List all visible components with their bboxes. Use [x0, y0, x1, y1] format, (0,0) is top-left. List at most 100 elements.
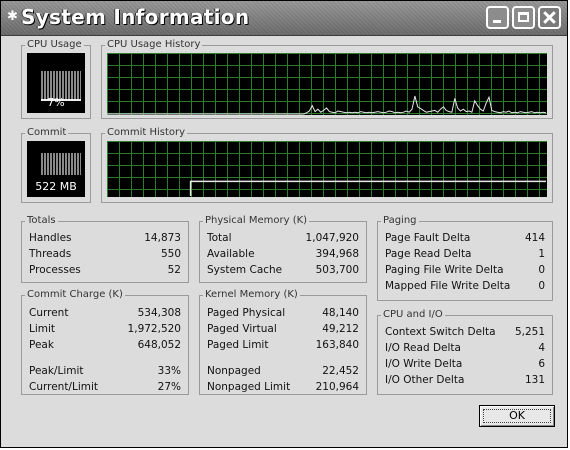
stat-label: Limit: [29, 323, 56, 335]
stat-value: 48,140: [322, 307, 359, 319]
table-row: Paging File Write Delta 0: [385, 262, 545, 278]
cpu-usage-value: 7%: [47, 96, 65, 109]
stat-label: Threads: [29, 248, 72, 260]
table-row: Nonpaged Limit 210,964: [207, 379, 359, 395]
kernel-memory-title: Kernel Memory (K): [203, 289, 300, 301]
stat-label: I/O Write Delta: [385, 358, 463, 370]
table-row: Paged Virtual 49,212: [207, 321, 359, 337]
stat-value: 648,052: [137, 339, 181, 351]
stat-value: 163,840: [315, 339, 359, 351]
stat-value: 22,452: [322, 365, 359, 377]
stat-value: 1,972,520: [127, 323, 181, 335]
cpu-history-line: [107, 95, 547, 115]
sysinfo-icon: ✱: [7, 9, 18, 24]
stat-label: Paging File Write Delta: [385, 264, 504, 276]
stat-label: I/O Read Delta: [385, 342, 461, 354]
stat-value: 1: [538, 248, 545, 260]
paging-table: Page Fault Delta 414 Page Read Delta 1 Pag…: [385, 230, 545, 294]
stat-value: 52: [167, 264, 181, 276]
maximize-button[interactable]: [512, 6, 535, 29]
stat-label: Total: [207, 232, 232, 244]
stat-label: Current: [29, 307, 69, 319]
table-row: Available 394,968: [207, 246, 359, 262]
stat-label: Peak/Limit: [29, 365, 84, 377]
commit-history-label: Commit History: [105, 127, 188, 139]
cpu-io-table: Context Switch Delta 5,251 I/O Read Delta…: [385, 324, 545, 388]
stat-value: 394,968: [315, 248, 359, 260]
commit-charge-table: Current 534,308 Limit 1,972,520 Peak 648,05…: [29, 305, 181, 353]
cpu-usage-meter: 7%: [27, 53, 85, 113]
table-row: I/O Write Delta 6: [385, 356, 545, 372]
totals-table: Handles 14,873 Threads 550 Processes 52: [29, 230, 181, 278]
commit-value: 522 MB: [35, 180, 77, 193]
stat-label: Nonpaged: [207, 365, 261, 377]
physical-memory-table: Total 1,047,920 Available 394,968 System C…: [207, 230, 359, 278]
commit-meter-bars: [41, 153, 81, 175]
table-row: Paged Limit 163,840: [207, 337, 359, 353]
stat-value: 0: [538, 280, 545, 292]
table-row: Page Read Delta 1: [385, 246, 545, 262]
stat-value: 4: [538, 342, 545, 354]
table-row: System Cache 503,700: [207, 262, 359, 278]
stat-value: 414: [524, 232, 545, 244]
table-row: I/O Other Delta 131: [385, 372, 545, 388]
table-row: Nonpaged 22,452: [207, 363, 359, 379]
commit-history-plot: [189, 180, 546, 196]
stat-value: 0: [538, 264, 545, 276]
stat-label: Paged Physical: [207, 307, 286, 319]
cpu-history-plot: [107, 95, 547, 115]
cpu-history-label: CPU Usage History: [105, 39, 203, 51]
stat-label: Handles: [29, 232, 72, 244]
stat-label: Page Read Delta: [385, 248, 472, 260]
ok-button[interactable]: OK: [479, 405, 555, 427]
system-information-window: ✱ System Information CPU Usage 7% CPU Us…: [0, 0, 568, 448]
cpu-io-title: CPU and I/O: [381, 309, 445, 321]
nonpaged-table: Nonpaged 22,452 Nonpaged Limit 210,964: [207, 363, 359, 395]
stat-value: 210,964: [315, 381, 359, 393]
commit-charge-title: Commit Charge (K): [25, 289, 125, 301]
table-row: Mapped File Write Delta 0: [385, 278, 545, 294]
stat-label: Processes: [29, 264, 81, 276]
stat-value: 131: [524, 374, 545, 386]
table-row: Peak 648,052: [29, 337, 181, 353]
table-row: Current 534,308: [29, 305, 181, 321]
title-bar[interactable]: ✱ System Information: [1, 1, 567, 36]
table-row: Limit 1,972,520: [29, 321, 181, 337]
table-row: Context Switch Delta 5,251: [385, 324, 545, 340]
stat-label: Paged Limit: [207, 339, 269, 351]
window-title: System Information: [21, 5, 250, 29]
cpu-history-graph: [107, 53, 547, 115]
table-row: Peak/Limit 33%: [29, 363, 181, 379]
table-row: Total 1,047,920: [207, 230, 359, 246]
stat-label: Paged Virtual: [207, 323, 277, 335]
physical-memory-title: Physical Memory (K): [203, 215, 310, 227]
table-row: Processes 52: [29, 262, 181, 278]
table-row: I/O Read Delta 4: [385, 340, 545, 356]
stat-label: Mapped File Write Delta: [385, 280, 511, 292]
stat-value: 534,308: [137, 307, 181, 319]
commit-label: Commit: [25, 127, 69, 139]
stat-value: 27%: [157, 381, 181, 393]
stat-value: 14,873: [144, 232, 181, 244]
commit-history-graph: [107, 141, 547, 197]
cpu-usage-label: CPU Usage: [25, 39, 84, 51]
stat-value: 503,700: [315, 264, 359, 276]
stat-label: Current/Limit: [29, 381, 99, 393]
stat-label: Peak: [29, 339, 54, 351]
paging-title: Paging: [381, 215, 419, 227]
table-row: Threads 550: [29, 246, 181, 262]
close-button[interactable]: [538, 6, 561, 29]
table-row: Handles 14,873: [29, 230, 181, 246]
stat-label: Context Switch Delta: [385, 326, 496, 338]
commit-ratio-table: Peak/Limit 33% Current/Limit 27%: [29, 363, 181, 395]
stat-value: 6: [538, 358, 545, 370]
table-row: Paged Physical 48,140: [207, 305, 359, 321]
table-row: Page Fault Delta 414: [385, 230, 545, 246]
stat-value: 33%: [157, 365, 181, 377]
stat-value: 1,047,920: [305, 232, 359, 244]
stat-label: System Cache: [207, 264, 283, 276]
stat-value: 5,251: [514, 326, 545, 338]
kernel-memory-table: Paged Physical 48,140 Paged Virtual 49,212…: [207, 305, 359, 353]
minimize-button[interactable]: [486, 6, 509, 29]
stat-value: 49,212: [322, 323, 359, 335]
